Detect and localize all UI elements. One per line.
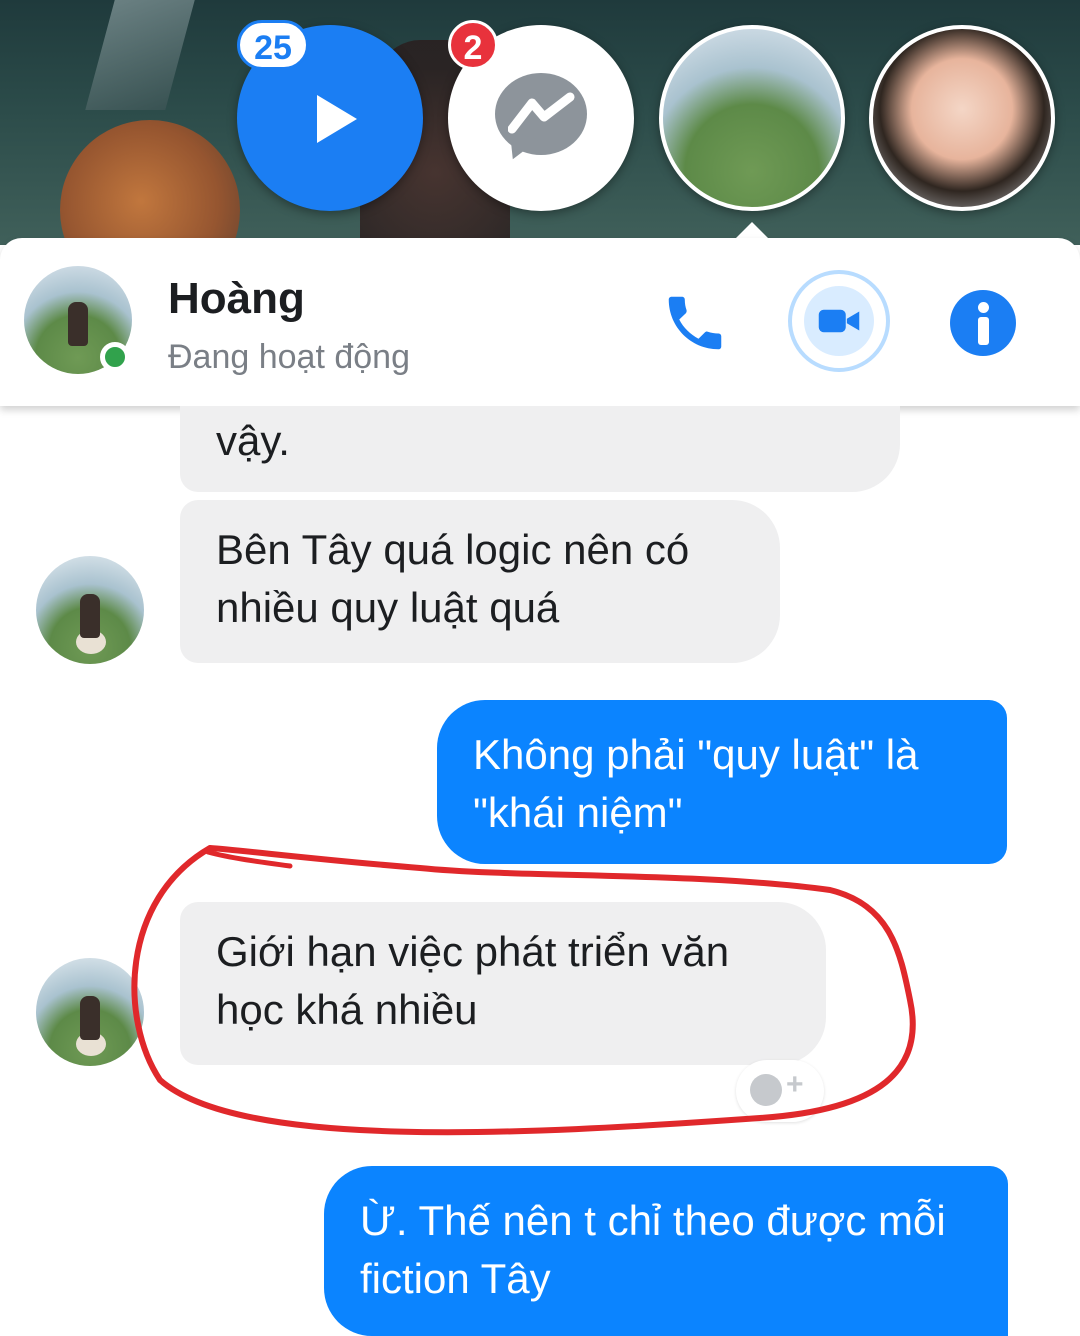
red-highlight-annotation xyxy=(131,845,916,1136)
